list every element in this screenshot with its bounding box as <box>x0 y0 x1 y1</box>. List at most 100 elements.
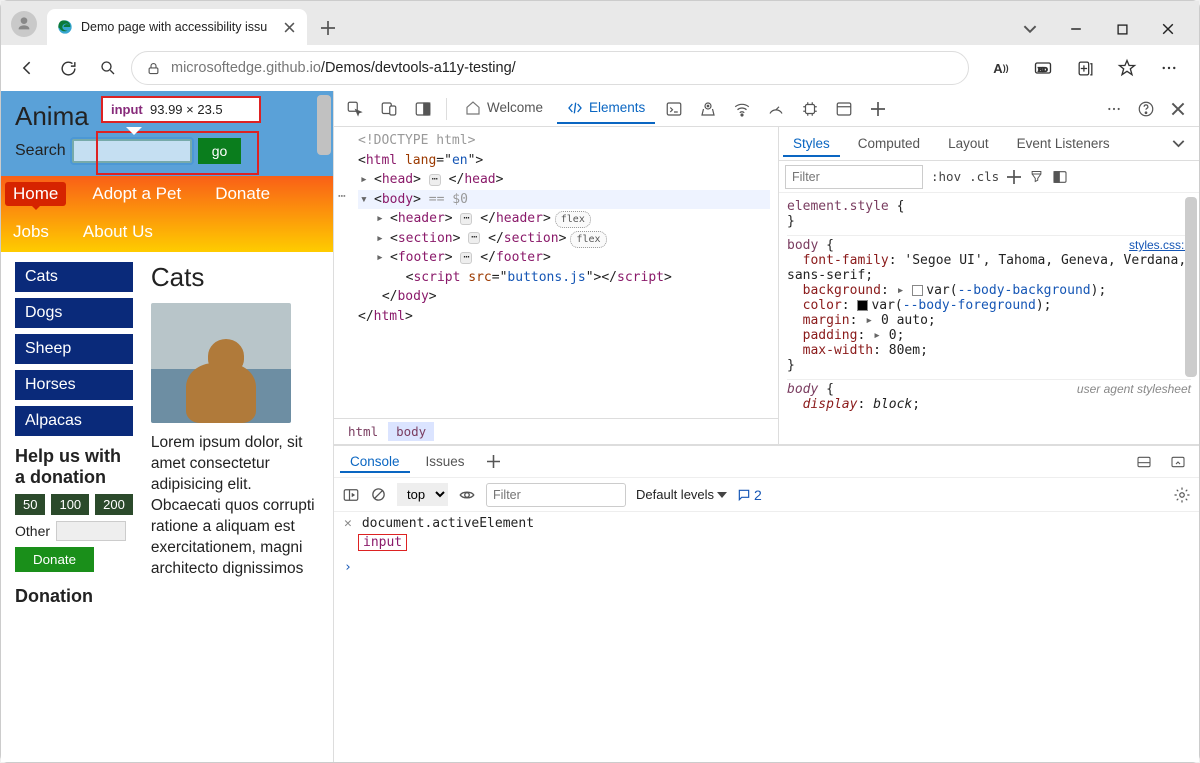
window-minimize-button[interactable] <box>1053 13 1099 45</box>
favorite-button[interactable] <box>1107 51 1147 85</box>
dom-head[interactable]: <head> ⋯ </head> <box>358 170 770 190</box>
selected-node-actions-icon[interactable]: ⋯ <box>338 189 346 204</box>
styles-tab-listeners[interactable]: Event Listeners <box>1007 130 1120 157</box>
settings-menu-button[interactable] <box>1149 51 1189 85</box>
nav-search-button[interactable] <box>91 51 125 85</box>
drawer-add-tab-button[interactable] <box>481 455 506 468</box>
window-close-button[interactable] <box>1145 13 1191 45</box>
sidenav-sheep[interactable]: Sheep <box>15 334 133 364</box>
hd-button[interactable]: HD <box>1023 51 1063 85</box>
styles-format-icon[interactable] <box>1029 169 1044 184</box>
menu-donate[interactable]: Donate <box>207 182 278 206</box>
rule-body-ua[interactable]: user agent stylesheet body { display: bl… <box>787 380 1191 418</box>
hov-toggle[interactable]: :hov <box>931 169 961 184</box>
remove-expression-icon[interactable]: ✕ <box>344 516 352 531</box>
profile-button[interactable] <box>7 7 41 41</box>
drawer-collapse-icon[interactable] <box>1163 447 1193 477</box>
tab-memory-icon[interactable] <box>795 94 825 124</box>
styles-tab-styles[interactable]: Styles <box>783 130 840 157</box>
menu-adopt[interactable]: Adopt a Pet <box>84 182 189 206</box>
sidenav-cats[interactable]: Cats <box>15 262 133 292</box>
sidenav-dogs[interactable]: Dogs <box>15 298 133 328</box>
menu-jobs[interactable]: Jobs <box>5 220 57 244</box>
dom-script[interactable]: <script src="buttons.js"></script> <box>358 268 770 288</box>
read-aloud-button[interactable]: A)) <box>981 51 1021 85</box>
tab-network-icon[interactable] <box>727 94 757 124</box>
tab-sources-icon[interactable] <box>693 94 723 124</box>
new-tab-button[interactable] <box>311 11 345 45</box>
tab-welcome[interactable]: Welcome <box>455 94 553 124</box>
crumb-body[interactable]: body <box>388 422 434 441</box>
styles-filter-input[interactable] <box>785 165 923 189</box>
site-lock-icon[interactable] <box>146 61 161 76</box>
amount-200[interactable]: 200 <box>95 494 133 515</box>
styles-more-chevron-icon[interactable] <box>1161 128 1195 160</box>
dom-html-close[interactable]: </html> <box>358 307 770 327</box>
styles-scrollbar[interactable] <box>1185 197 1197 377</box>
donate-button[interactable]: Donate <box>15 547 94 572</box>
dom-doctype[interactable]: <!DOCTYPE html> <box>358 131 770 151</box>
tab-close-button[interactable] <box>281 19 297 35</box>
dom-html-open[interactable]: <html lang="en"> <box>358 151 770 171</box>
console-message-count[interactable]: 2 <box>737 487 762 503</box>
devtools-close-button[interactable] <box>1163 94 1193 124</box>
styles-computed-toggle-icon[interactable] <box>1052 169 1068 185</box>
dom-section[interactable]: <section> ⋯ </section>flex <box>358 229 770 249</box>
console-output[interactable]: ✕ document.activeElement input › <box>334 512 1199 762</box>
rule-element-style[interactable]: element.style {} <box>787 197 1191 236</box>
window-maximize-button[interactable] <box>1099 13 1145 45</box>
menu-about[interactable]: About Us <box>75 220 161 244</box>
console-levels-select[interactable]: Default levels <box>636 487 727 502</box>
dom-tree-panel: ⋯ <!DOCTYPE html> <html lang="en"> <head… <box>334 127 778 444</box>
window-controls <box>1007 13 1191 45</box>
devtools-help-button[interactable] <box>1131 94 1161 124</box>
new-rule-button[interactable] <box>1007 170 1021 184</box>
amount-50[interactable]: 50 <box>15 494 45 515</box>
drawer-dock-icon[interactable] <box>1129 447 1159 477</box>
nav-back-button[interactable] <box>11 51 45 85</box>
more-tabs-button[interactable] <box>863 94 893 124</box>
drawer-tab-console[interactable]: Console <box>340 450 410 473</box>
styles-tab-computed[interactable]: Computed <box>848 130 930 157</box>
crumb-html[interactable]: html <box>340 422 386 441</box>
live-expression-button[interactable] <box>458 486 476 504</box>
nav-refresh-button[interactable] <box>51 51 85 85</box>
console-prompt[interactable]: › <box>344 560 1189 575</box>
inspect-element-button[interactable] <box>340 94 370 124</box>
console-context-select[interactable]: top <box>397 483 448 506</box>
sidenav-horses[interactable]: Horses <box>15 370 133 400</box>
browser-tab[interactable]: Demo page with accessibility issu <box>47 9 307 45</box>
amount-100[interactable]: 100 <box>51 494 89 515</box>
dom-tree[interactable]: <!DOCTYPE html> <html lang="en"> <head> … <box>334 127 778 418</box>
cls-toggle[interactable]: .cls <box>969 169 999 184</box>
drawer-tab-issues[interactable]: Issues <box>416 450 475 473</box>
rule-body[interactable]: styles.css:1 body { font-family: 'Segoe … <box>787 236 1191 380</box>
collections-button[interactable] <box>1065 51 1105 85</box>
rule-source-link[interactable]: styles.css:1 <box>1129 238 1191 252</box>
page-scrollbar[interactable] <box>317 95 331 155</box>
dom-body-open[interactable]: <body> == $0 <box>358 190 770 210</box>
omnibox[interactable]: microsoftedge.github.io/Demos/devtools-a… <box>131 51 969 85</box>
tab-elements[interactable]: Elements <box>557 94 655 124</box>
tab-performance-icon[interactable] <box>761 94 791 124</box>
dock-side-button[interactable] <box>408 94 438 124</box>
console-settings-button[interactable] <box>1173 486 1191 504</box>
live-expression-row[interactable]: ✕ document.activeElement <box>344 516 1189 531</box>
menu-home[interactable]: Home <box>5 182 66 206</box>
dom-footer[interactable]: <footer> ⋯ </footer> <box>358 248 770 268</box>
console-filter-input[interactable] <box>486 483 626 507</box>
dom-header[interactable]: <header> ⋯ </header>flex <box>358 209 770 229</box>
console-clear-button[interactable] <box>370 486 387 503</box>
console-sidebar-toggle-icon[interactable] <box>342 486 360 504</box>
tab-console-icon[interactable] <box>659 94 689 124</box>
tab-application-icon[interactable] <box>829 94 859 124</box>
device-toolbar-button[interactable] <box>374 94 404 124</box>
sidenav-alpacas[interactable]: Alpacas <box>15 406 133 436</box>
other-amount-input[interactable] <box>56 521 126 541</box>
dom-body-close[interactable]: </body> <box>358 287 770 307</box>
styles-rules[interactable]: element.style {} styles.css:1 body { fon… <box>779 193 1199 444</box>
styles-tab-layout[interactable]: Layout <box>938 130 999 157</box>
tab-actions-chevron-icon[interactable] <box>1007 13 1053 45</box>
live-expression-result[interactable]: input <box>358 535 1189 550</box>
devtools-more-button[interactable] <box>1099 94 1129 124</box>
